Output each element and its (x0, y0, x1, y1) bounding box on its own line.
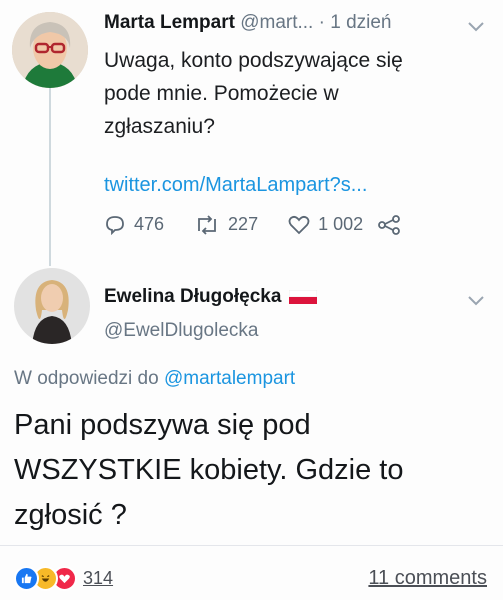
tweet2-handle[interactable]: @EwelDlugolecka (104, 320, 258, 342)
tweet1-handle[interactable]: @mart... (240, 12, 313, 33)
tweet1-text-line: Uwaga, konto podszywające się (104, 49, 403, 72)
comments-link[interactable]: 11 comments (368, 567, 487, 590)
poland-flag-icon (289, 290, 318, 304)
avatar-ewelina-image (14, 268, 90, 344)
retweet-count: 227 (228, 214, 259, 234)
avatar-ewelina[interactable] (14, 268, 90, 344)
like-icon (14, 566, 39, 591)
tweet2-text-line: Pani podszywa się pod (14, 409, 311, 441)
tweet2-display-name[interactable]: Ewelina Długołęcka (104, 286, 281, 308)
tweet2-text-line: WSZYSTKIE kobiety. Gdzie to (14, 454, 404, 486)
tweet2-text: Pani podszywa się pod WSZYSTKIE kobiety.… (14, 403, 403, 538)
tweet1-header: Marta Lempart @mart... · 1 dzień (104, 12, 392, 34)
retweet-button[interactable]: 227 (194, 214, 258, 235)
tweet2-text-line: zgłosić ? (14, 499, 127, 531)
share-button[interactable] (377, 214, 401, 235)
reply-prefix: W odpowiedzi do (14, 368, 159, 389)
reply-icon (106, 215, 124, 235)
reply-count: 476 (134, 214, 165, 234)
reply-button[interactable]: 476 (104, 214, 164, 235)
share-icon (378, 214, 401, 235)
footer-divider (0, 545, 503, 546)
tweet2-chevron-down-icon[interactable] (468, 290, 484, 311)
reactions-summary[interactable]: 314 (14, 566, 113, 591)
avatar-marta-image (12, 12, 88, 88)
avatar-marta[interactable] (12, 12, 88, 88)
like-button[interactable]: 1 002 (288, 214, 363, 235)
like-count: 1 002 (318, 214, 364, 234)
tweet1-text: Uwaga, konto podszywające się pode mnie.… (104, 44, 403, 143)
tweet1-link[interactable]: twitter.com/MartaLampart?s... (104, 174, 367, 197)
retweet-icon (198, 214, 216, 235)
heart-icon (288, 215, 310, 234)
tweet1-actions: 476 227 1 002 (104, 214, 401, 235)
tweet1-time[interactable]: 1 dzień (330, 12, 391, 33)
tweet1-display-name[interactable]: Marta Lempart (104, 12, 235, 33)
tweet1-text-line: zgłaszaniu? (104, 115, 215, 138)
thread-line (49, 88, 51, 266)
reaction-count[interactable]: 314 (83, 568, 113, 589)
reply-context: W odpowiedzi do @martalempart (14, 368, 295, 390)
tweet2-name-row: Ewelina Długołęcka (104, 286, 318, 308)
tweet1-separator: · (318, 12, 325, 33)
tweet1-chevron-down-icon[interactable] (468, 16, 484, 37)
tweet1-text-line: pode mnie. Pomożecie w (104, 82, 339, 105)
reply-to-handle[interactable]: @martalempart (164, 368, 295, 389)
